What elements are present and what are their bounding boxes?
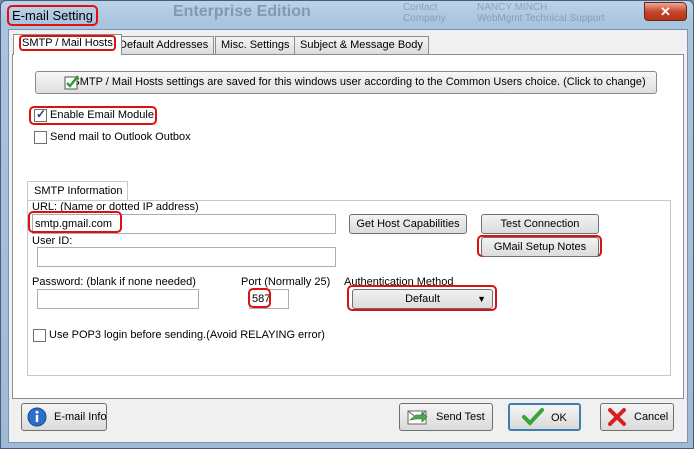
background-field-contact: Contact (403, 2, 438, 13)
ok-label: OK (551, 412, 567, 424)
dialog-client-area: SMTP / Mail Hosts Default Addresses Misc… (8, 29, 688, 443)
background-field-company-value: WebMgmt Technical Support (477, 13, 605, 24)
pop3-label: Use POP3 login before sending.(Avoid REL… (49, 329, 325, 341)
cancel-button[interactable]: Cancel (600, 403, 674, 431)
title-bar[interactable]: E-mail Setting Enterprise Edition Contac… (1, 1, 693, 27)
tab-subject-message-body[interactable]: Subject & Message Body (294, 36, 429, 54)
email-info-button[interactable]: E-mail Info (21, 403, 107, 431)
userid-field[interactable] (37, 247, 336, 267)
outlook-outbox-label: Send mail to Outlook Outbox (50, 131, 191, 143)
smtp-tab-panel: SMTP / Mail Hosts settings are saved for… (12, 54, 684, 399)
common-users-banner-button[interactable]: SMTP / Mail Hosts settings are saved for… (35, 71, 657, 94)
annotation-url (28, 211, 122, 233)
enable-email-label: Enable Email Module (50, 109, 154, 121)
cancel-x-icon (607, 407, 627, 437)
gmail-setup-notes-label: GMail Setup Notes (493, 241, 587, 253)
background-field-company: Company (403, 13, 446, 24)
check-icon (522, 407, 544, 437)
green-check-icon (64, 75, 80, 98)
annotation-port (248, 288, 271, 308)
smtp-information-title: SMTP Information (34, 185, 123, 197)
email-info-label: E-mail Info (54, 411, 107, 423)
get-host-capabilities-label: Get Host Capabilities (356, 218, 460, 230)
tab-label: Default Addresses (119, 39, 209, 51)
cancel-label: Cancel (634, 411, 669, 423)
enable-email-checkbox[interactable] (34, 107, 47, 122)
background-field-contact-value: NANCY MINCH (477, 2, 548, 13)
ok-button[interactable]: OK (508, 403, 581, 431)
background-edition-text: Enterprise Edition (173, 3, 311, 20)
port-label: Port (Normally 25) (241, 276, 331, 288)
banner-text: SMTP / Mail Hosts settings are saved for… (72, 76, 646, 88)
close-button[interactable]: ✕ (644, 2, 687, 21)
tab-label: Subject & Message Body (300, 39, 423, 51)
auth-method-dropdown[interactable]: Default ▼ (352, 289, 493, 309)
password-label: Password: (blank if none needed) (32, 276, 196, 288)
test-connection-label: Test Connection (500, 218, 580, 230)
chevron-down-icon: ▼ (477, 294, 486, 304)
close-icon: ✕ (660, 4, 671, 19)
tab-misc-settings[interactable]: Misc. Settings (215, 36, 296, 54)
info-icon (27, 407, 47, 437)
password-field[interactable] (37, 289, 199, 309)
email-setting-window: E-mail Setting Enterprise Edition Contac… (0, 0, 694, 449)
outlook-outbox-checkbox[interactable] (34, 131, 47, 144)
tab-smtp-mail-hosts[interactable]: SMTP / Mail Hosts (13, 34, 122, 55)
tab-label: Misc. Settings (221, 39, 290, 51)
send-test-label: Send Test (436, 411, 485, 423)
test-connection-button[interactable]: Test Connection (481, 214, 599, 234)
pop3-checkbox[interactable] (33, 329, 46, 342)
auth-method-value: Default (405, 293, 440, 305)
userid-label: User ID: (32, 235, 73, 247)
send-mail-icon (406, 406, 428, 438)
window-title: E-mail Setting (7, 5, 98, 26)
send-test-button[interactable]: Send Test (399, 403, 493, 431)
get-host-capabilities-button[interactable]: Get Host Capabilities (349, 214, 467, 234)
gmail-setup-notes-button[interactable]: GMail Setup Notes (481, 237, 599, 257)
smtp-information-tab: SMTP Information (27, 181, 128, 201)
tab-default-addresses[interactable]: Default Addresses (113, 36, 215, 54)
tab-label: SMTP / Mail Hosts (19, 35, 116, 51)
